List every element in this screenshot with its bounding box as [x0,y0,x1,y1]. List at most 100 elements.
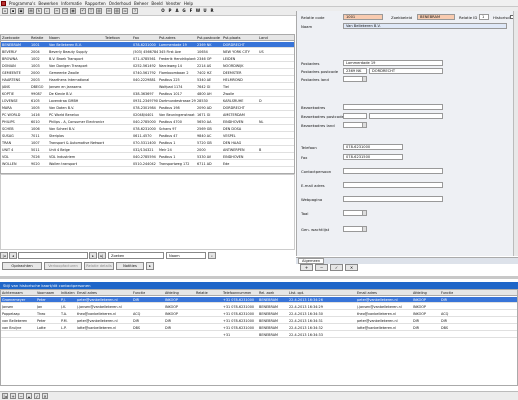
mail-icon[interactable]: ✉ [106,8,112,14]
table-row[interactable]: PC WORLD 1416 PC World Benelux 02048/4401 Va… [1,112,294,118]
last-record-button[interactable]: ▸| [98,252,106,259]
chevron-down-icon[interactable] [362,123,366,127]
table-row[interactable]: BENEBRAM 1001 Van Bellekeren B.V. 078-62310… [1,42,294,48]
table-row[interactable]: SCHEB 1006 Van Scheel B.V. 078-6231000 Schan… [1,126,294,132]
grid-col-header[interactable]: Pst.plaats [223,35,241,41]
record-number-input[interactable] [18,252,88,259]
postcode-field[interactable]: 2369 NK [343,68,367,74]
copy-icon[interactable]: ❐ [62,8,68,14]
letter-f-button[interactable]: F [188,8,194,14]
grid-col-header[interactable]: Pst.adres [159,35,176,41]
remove-icon[interactable]: − [18,393,24,399]
menu-help[interactable]: Help [184,1,193,6]
contacts-col-header[interactable]: Telefoonnummer [223,290,251,296]
menu-rapporten[interactable]: Rapporten [85,1,106,6]
form-scrollbar[interactable] [513,11,518,256]
table-row[interactable]: VDL 7026 VDL Industriem 040-2785594 Postbus … [1,154,294,160]
menu-venster[interactable]: Venster [166,1,181,6]
filter-icon[interactable]: ▽ [88,8,94,14]
bezoek-land-select[interactable] [343,122,367,128]
next-record-button[interactable]: ▸ [89,252,97,259]
contacts-col-header[interactable]: Email adres [357,290,377,296]
first-icon[interactable]: |◂ [2,393,8,399]
delete-record-button[interactable]: − [315,264,328,271]
contact-row[interactable]: +31 BENEBRAM 22-4-2013 16:34:33 [1,332,517,338]
notities-button[interactable]: Notities [116,262,144,270]
paste-icon[interactable]: ▦ [70,8,76,14]
prev-record-button[interactable]: ◂ [9,252,17,259]
print-icon[interactable]: ▤ [28,8,34,14]
bezoekadres-field[interactable] [343,104,443,110]
contact-row[interactable]: Poppelaap Theo T.A. theo@vanbellekeren.nl AC… [1,311,517,317]
contact-row[interactable]: Groenemeyer Peter P.J. peter@vanbellekeren.… [1,297,517,303]
postadres-field[interactable]: Lommerdade 19 [343,60,443,66]
table-row[interactable]: BEVERLY 2004 Beverly Beauty Supply (503) 45… [1,49,294,55]
plaats-field[interactable]: DORDRECHT [369,68,443,74]
contacts-col-header[interactable]: Rel. zoek [259,290,274,296]
contacts-col-header[interactable]: Afdeling [413,290,427,296]
zoekbeleid-field[interactable]: BENEBRAM [417,14,455,20]
contacts-table[interactable]: Achternaam Voornaam Initialen Email adres Fu… [0,289,518,386]
menu-informatie[interactable]: Informatie [61,1,82,6]
chevron-down-icon[interactable] [362,77,366,81]
contact-row[interactable]: van Bellekeren Peter P.M. peter@vanbelleker… [1,318,517,324]
gen-wachtlijst-select[interactable] [343,226,367,232]
table-row[interactable]: TRAN 1007 Transport & Automotive Network S… [1,140,294,146]
grid-col-header[interactable]: Relatie [31,35,43,41]
menu-beheer[interactable]: Beheer [134,1,148,6]
sort-select[interactable]: Naam [166,252,206,259]
bezoek-plaats-field[interactable] [369,113,443,119]
add-record-button[interactable]: + [300,264,313,271]
grid-col-header[interactable]: Fax [133,35,139,41]
save-icon[interactable]: ▣ [18,8,24,14]
letter-u-button[interactable]: U [202,8,208,14]
grid-col-header[interactable]: Telefoon [105,35,120,41]
first-record-button[interactable]: |◂ [0,252,8,259]
taal-select[interactable] [343,210,367,216]
new-icon[interactable]: ▫ [2,8,8,14]
table-row[interactable]: HAARTENS 2003 Haarthens International 040-2… [1,77,294,83]
naam-field[interactable]: Van Bellekeren B.V. [343,23,507,29]
cut-icon[interactable]: ✂ [54,8,60,14]
confirm-icon[interactable]: ✓ [34,393,40,399]
menu-onderhoud[interactable]: Onderhoud [109,1,131,6]
table-row[interactable]: WOLLEN 9020 Wollen transport 0510-244042 Tra… [1,161,294,167]
letter-r-button[interactable]: R [209,8,215,14]
fax-field[interactable]: 078-6231500 [343,154,403,160]
contact-row[interactable]: van Bruijne Lotte L.P. lotte@vanbellekeren.… [1,325,517,331]
webpagina-field[interactable] [343,196,443,202]
undo-icon[interactable]: ↶ [80,8,86,14]
grid-col-header[interactable]: Pst.postcode [197,35,220,41]
add-icon[interactable]: + [10,393,16,399]
table-row[interactable]: DONIAN 1003 Van Donigen Transport 0252-5614… [1,63,294,69]
grid-col-header[interactable]: Naam [49,35,60,41]
grid-col-header[interactable]: Zoekcode [2,35,20,41]
phone-icon[interactable]: ☏ [122,8,128,14]
help-icon[interactable]: ? [132,8,138,14]
search-go-button[interactable]: ⌕ [208,252,216,259]
table-row[interactable]: LOVENSE 6105 Lovendraa GMBH 0931-23497907 Do… [1,98,294,104]
bezoek-postcode-field[interactable] [343,113,367,119]
contacts-col-header[interactable]: Relatie [196,290,208,296]
calendar-icon[interactable]: ▧ [114,8,120,14]
verkoopfacturen-button[interactable]: Verkoopfacturen [44,262,82,270]
search-field[interactable]: Zoeken [108,252,164,259]
email-field[interactable] [343,182,443,188]
contacts-col-header[interactable]: Ltst. opt. [289,290,304,296]
table-row[interactable]: SUSAG 7011 Steriplas 0611-4570 Postbus 47 984… [1,133,294,139]
letter-o-button[interactable]: O [160,8,166,14]
table-row[interactable]: PHILIPS 6010 Philips - A, Consumer Electro… [1,119,294,125]
contacts-col-header[interactable]: Voornaam [37,290,54,296]
letter-a-button[interactable]: A [174,8,180,14]
calculator-icon[interactable]: ▥ [96,8,102,14]
contact-row[interactable]: Jansen Jan J.K. j.jansen@vanbellekeren.nl IN… [1,304,517,310]
opdrachten-button[interactable]: Opdrachten [2,262,42,270]
table-row[interactable]: BROWNA 1002 B.V. Broek Transport 071-478556… [1,56,294,62]
chevron-down-icon[interactable] [362,227,366,231]
letter-w-button[interactable]: W [195,8,201,14]
table-row[interactable]: JANS DBEGO Jansen en Janssens Wolfpad 1174 7… [1,84,294,90]
relations-grid[interactable]: Zoekcode Relatie Naam Telefoon Fax Pst.adres P… [0,34,295,174]
menu-bewerken[interactable]: Bewerken [38,1,58,6]
contacts-col-header[interactable]: Initialen [61,290,75,296]
telefoon-field[interactable]: 078-6231000 [343,144,403,150]
